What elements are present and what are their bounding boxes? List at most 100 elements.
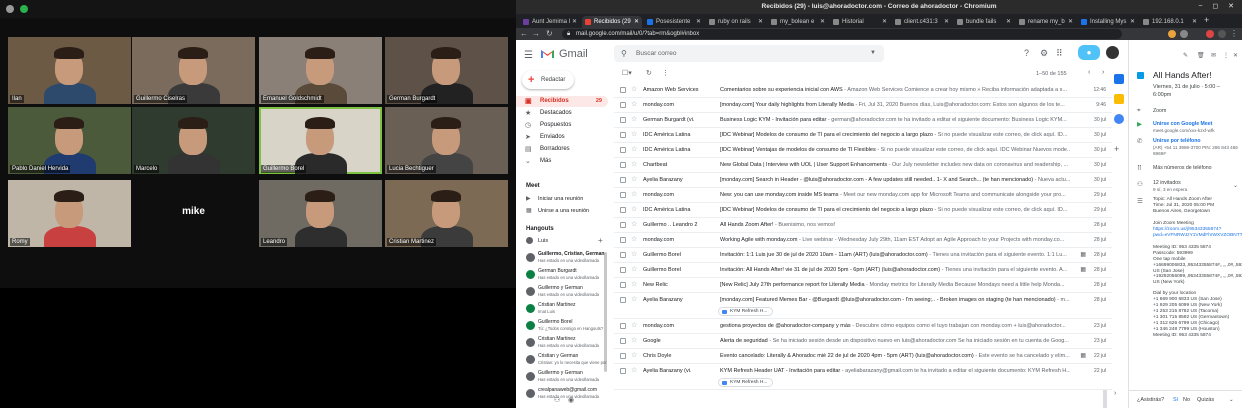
tab-close-icon[interactable]: ✕ — [1068, 16, 1073, 28]
hangout-conversation[interactable]: Guillermo y German Has estado en una vide… — [526, 285, 608, 302]
participant-video-tile[interactable]: Leandro — [259, 180, 382, 247]
email-row[interactable]: ☆ Chartbeat New Global Data | Interview wi… — [614, 158, 1112, 173]
tab-close-icon[interactable]: ✕ — [944, 16, 949, 28]
star-icon[interactable]: ☆ — [631, 98, 637, 112]
menu-icon[interactable]: ⋮ — [1230, 28, 1238, 40]
email-row[interactable]: ☆ Ayelia Barazany (vi. KYM Refresh Header … — [614, 364, 1112, 390]
row-checkbox[interactable] — [620, 338, 626, 344]
star-icon[interactable]: ☆ — [631, 203, 637, 217]
tasks-icon[interactable] — [1114, 114, 1124, 124]
row-checkbox[interactable] — [620, 222, 626, 228]
participant-video-tile[interactable]: Guillermo Ciselras — [132, 37, 255, 104]
star-icon[interactable]: ☆ — [631, 278, 637, 292]
email-row[interactable]: ☆ monday.com Working Agile with monday.com… — [614, 233, 1112, 248]
row-checkbox[interactable] — [620, 368, 626, 374]
row-checkbox[interactable] — [620, 177, 626, 183]
main-menu-icon[interactable]: ☰ — [524, 50, 533, 61]
extension-icon[interactable] — [1168, 30, 1176, 38]
compose-button[interactable]: + Redactar — [522, 71, 574, 89]
row-checkbox[interactable] — [620, 267, 626, 273]
star-icon[interactable]: ☆ — [631, 113, 637, 127]
hangout-conversation[interactable]: Cristian Martinez Imat Luis — [526, 302, 608, 319]
help-icon[interactable]: ? — [1024, 48, 1029, 58]
select-all-checkbox[interactable]: ☐▾ — [622, 69, 632, 77]
star-icon[interactable]: ☆ — [631, 293, 637, 307]
row-checkbox[interactable] — [620, 87, 626, 93]
hangout-conversation[interactable]: Cristian Martinez Has estado en una video… — [526, 336, 608, 353]
next-page-icon[interactable]: › — [1102, 69, 1104, 76]
browser-tab[interactable]: rename my_b ✕ — [1016, 16, 1076, 28]
email-row[interactable]: ☆ IDC América Latina [IDC Webinar] Ventaja… — [614, 143, 1112, 158]
rsvp-options-icon[interactable]: ⌄ — [1229, 391, 1234, 408]
close-icon[interactable]: ✕ — [1233, 52, 1238, 59]
star-icon[interactable]: ☆ — [631, 248, 637, 262]
star-icon[interactable]: ☆ — [631, 233, 637, 247]
star-icon[interactable]: ☆ — [631, 319, 637, 333]
window-controls[interactable]: − ◻ ✕ — [1198, 0, 1238, 14]
account-avatar[interactable] — [1106, 46, 1119, 59]
tab-close-icon[interactable]: ✕ — [758, 16, 763, 28]
tab-close-icon[interactable]: ✕ — [820, 16, 825, 28]
zoom-security-icon[interactable] — [20, 5, 28, 13]
more-actions-icon[interactable]: ⋮ — [662, 69, 669, 77]
star-icon[interactable]: ☆ — [631, 218, 637, 232]
tab-close-icon[interactable]: ✕ — [1130, 16, 1135, 28]
star-icon[interactable]: ☆ — [631, 173, 637, 187]
browser-tab[interactable]: Posesistente ✕ — [644, 16, 704, 28]
reload-icon[interactable]: ↻ — [546, 28, 553, 40]
forward-icon[interactable]: → — [532, 28, 540, 40]
row-checkbox[interactable] — [620, 147, 626, 153]
tab-close-icon[interactable]: ✕ — [1006, 16, 1011, 28]
tab-close-icon[interactable]: ✕ — [1192, 16, 1197, 28]
extension-icon[interactable] — [1180, 30, 1188, 38]
hangout-conversation[interactable]: Cristian y German Cristian: yo lo necesit… — [526, 353, 608, 370]
delete-icon[interactable]: 🗑︎ — [1197, 52, 1205, 59]
star-icon[interactable]: ☆ — [631, 334, 637, 348]
star-icon[interactable]: ☆ — [631, 83, 637, 97]
row-checkbox[interactable] — [620, 323, 626, 329]
attachment-chip[interactable]: KYM Refresh H... — [718, 307, 774, 316]
browser-tab[interactable]: ruby on rails ✕ — [706, 16, 766, 28]
profile-avatar[interactable] — [1218, 30, 1226, 38]
email-row[interactable]: ☆ Ayelia Barazany [monday.com] Featured Me… — [614, 293, 1112, 319]
search-input[interactable]: ⚲ Buscar correo ▼ — [614, 45, 884, 62]
search-icon[interactable]: ⚲ — [621, 45, 627, 62]
email-row[interactable]: ☆ Google Alerta de seguridad - Se ha inici… — [614, 334, 1112, 349]
sidebar-item[interactable]: ⌄ Más — [516, 156, 608, 167]
expand-guests-icon[interactable]: ⌄ — [1233, 182, 1238, 189]
join-meet-link[interactable]: Unirse con Google Meet — [1153, 121, 1239, 128]
more-phones-link[interactable]: Más números de teléfono — [1153, 165, 1239, 172]
email-row[interactable]: ☆ Guillermo .. Leandro 2 All Hands Zoom Af… — [614, 218, 1112, 233]
star-icon[interactable]: ☆ — [631, 188, 637, 202]
hangout-conversation[interactable]: crealpanaweb@gmail.com Has estado en una … — [526, 387, 608, 404]
browser-tab[interactable]: Aunt Jemima l ✕ — [520, 16, 580, 28]
star-icon[interactable]: ☆ — [631, 349, 637, 363]
participant-video-tile[interactable]: Marcelo — [132, 107, 255, 174]
join-phone-link[interactable]: Unirse por teléfono — [1153, 138, 1239, 145]
email-row[interactable]: ☆ monday.com New: you can use monday.com i… — [614, 188, 1112, 203]
participant-video-tile[interactable]: Cristian Martinez — [385, 180, 508, 247]
row-checkbox[interactable] — [620, 132, 626, 138]
row-checkbox[interactable] — [620, 252, 626, 258]
sidebar-item[interactable]: ★ Destacados — [516, 108, 608, 119]
star-icon[interactable]: ☆ — [631, 143, 637, 157]
zoom-info-icon[interactable] — [6, 5, 14, 13]
row-checkbox[interactable] — [620, 162, 626, 168]
back-icon[interactable]: ← — [520, 28, 528, 40]
participant-video-tile[interactable]: Guillermo Borel — [259, 107, 382, 174]
edit-icon[interactable]: ✎ — [1183, 52, 1188, 59]
hangout-conversation[interactable]: Guillermo y German Has estado en una vide… — [526, 370, 608, 387]
keep-icon[interactable] — [1114, 94, 1124, 104]
browser-tab[interactable]: bundle fails ✕ — [954, 16, 1014, 28]
participant-video-tile[interactable]: Ilan — [8, 37, 131, 104]
new-tab-button[interactable]: + — [1204, 15, 1209, 25]
extension-icon[interactable] — [1206, 30, 1214, 38]
participant-video-tile[interactable]: Romy — [8, 180, 131, 247]
row-checkbox[interactable] — [620, 192, 626, 198]
participant-video-tile[interactable]: Lucia Bechtiguer — [385, 107, 508, 174]
email-row[interactable]: ☆ IDC América Latina [IDC Webinar] Modelos… — [614, 203, 1112, 218]
prev-page-icon[interactable]: ‹ — [1088, 69, 1090, 76]
expand-panel-icon[interactable]: › — [1114, 390, 1116, 397]
tab-close-icon[interactable]: ✕ — [634, 16, 639, 28]
email-row[interactable]: ☆ New Relic [New Relic] July 27th performa… — [614, 278, 1112, 293]
